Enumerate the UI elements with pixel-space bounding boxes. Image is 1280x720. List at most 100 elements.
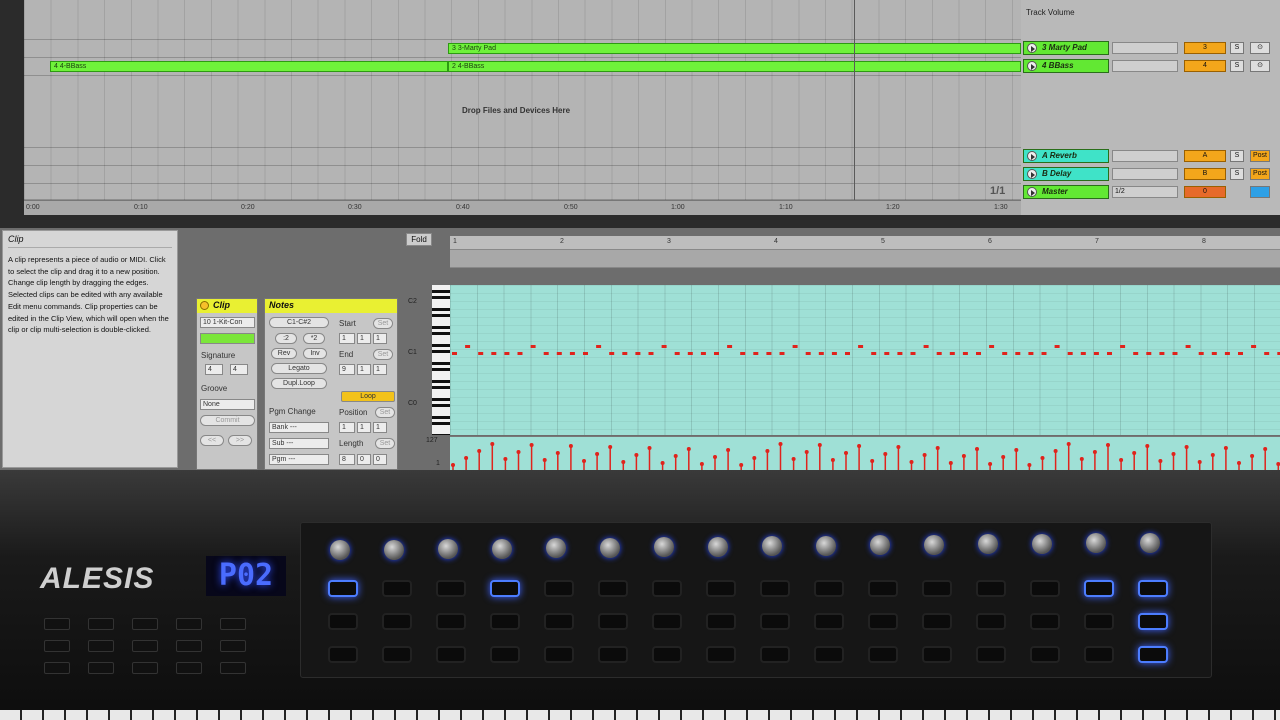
velocity-handle[interactable] bbox=[464, 456, 469, 460]
velocity-handle[interactable] bbox=[621, 460, 626, 464]
velocity-handle[interactable] bbox=[1184, 445, 1189, 449]
midi-note[interactable] bbox=[753, 352, 759, 355]
commit-button[interactable]: Commit bbox=[200, 415, 255, 426]
midi-note[interactable] bbox=[1002, 352, 1008, 355]
end-set-button[interactable]: Set bbox=[373, 349, 393, 360]
midi-note[interactable] bbox=[674, 352, 680, 355]
midi-note[interactable] bbox=[1198, 352, 1204, 355]
solo-button[interactable]: S bbox=[1230, 60, 1244, 72]
midi-note[interactable] bbox=[687, 352, 693, 355]
midi-note[interactable] bbox=[1107, 352, 1112, 355]
position-sixteenth[interactable]: 1 bbox=[373, 422, 387, 433]
velocity-handle[interactable] bbox=[1197, 460, 1202, 464]
velocity-handle[interactable] bbox=[961, 454, 966, 458]
velocity-handle[interactable] bbox=[490, 442, 495, 446]
arrangement-lane-master[interactable] bbox=[24, 184, 1021, 200]
midi-note[interactable] bbox=[1172, 352, 1178, 355]
invert-button[interactable]: Inv bbox=[303, 348, 327, 359]
velocity-handle[interactable] bbox=[765, 449, 770, 453]
reverse-button[interactable]: Rev bbox=[271, 348, 297, 359]
midi-note[interactable] bbox=[1185, 345, 1191, 348]
nudge-forward-button[interactable]: >> bbox=[228, 435, 252, 446]
velocity-handle[interactable] bbox=[1158, 459, 1163, 463]
velocity-handle[interactable] bbox=[1106, 443, 1110, 447]
midi-note[interactable] bbox=[858, 345, 864, 348]
post-button[interactable]: Post bbox=[1250, 168, 1270, 180]
track-header-delay[interactable]: B Delay bbox=[1023, 167, 1109, 181]
velocity-handle[interactable] bbox=[922, 453, 927, 457]
midi-note[interactable] bbox=[897, 352, 903, 355]
bar-ruler[interactable]: 1 2 3 4 5 6 7 8 bbox=[450, 236, 1280, 250]
track-header-reverb[interactable]: A Reverb bbox=[1023, 149, 1109, 163]
note-editor[interactable] bbox=[450, 285, 1280, 435]
midi-note[interactable] bbox=[1264, 352, 1270, 355]
midi-note[interactable] bbox=[845, 352, 850, 355]
track-activator[interactable]: 4 bbox=[1184, 60, 1226, 72]
end-beat[interactable]: 1 bbox=[357, 364, 371, 375]
midi-note[interactable] bbox=[583, 352, 588, 355]
midi-note[interactable] bbox=[569, 352, 575, 355]
master-cue-select[interactable]: 1/2 bbox=[1112, 186, 1178, 198]
velocity-editor[interactable] bbox=[450, 436, 1280, 471]
midi-note[interactable] bbox=[556, 352, 562, 355]
velocity-handle[interactable] bbox=[582, 459, 586, 463]
velocity-handle[interactable] bbox=[1092, 450, 1097, 454]
velocity-handle[interactable] bbox=[975, 447, 979, 451]
velocity-handle[interactable] bbox=[726, 448, 731, 452]
clip-marty-pad[interactable]: 3 3-Marty Pad bbox=[448, 43, 1021, 54]
duplicate-loop-button[interactable]: Dupl.Loop bbox=[271, 378, 327, 389]
midi-note[interactable] bbox=[910, 352, 916, 355]
arrangement-lane-delay[interactable] bbox=[24, 166, 1021, 184]
length-beat[interactable]: 0 bbox=[357, 454, 371, 465]
midi-note[interactable] bbox=[1133, 352, 1139, 355]
velocity-handle[interactable] bbox=[647, 446, 652, 450]
position-beat[interactable]: 1 bbox=[357, 422, 371, 433]
note-grid[interactable] bbox=[450, 285, 1280, 435]
legato-button[interactable]: Legato bbox=[271, 363, 327, 374]
midi-note[interactable] bbox=[805, 352, 811, 355]
velocity-handle[interactable] bbox=[1053, 449, 1058, 453]
signature-numerator[interactable]: 4 bbox=[205, 364, 223, 375]
volume-slider[interactable] bbox=[1112, 150, 1178, 162]
midi-note[interactable] bbox=[700, 352, 706, 355]
velocity-handle[interactable] bbox=[1171, 452, 1176, 456]
velocity-handle[interactable] bbox=[778, 442, 783, 446]
velocity-handle[interactable] bbox=[1014, 448, 1019, 452]
track-header-marty-pad[interactable]: 3 Marty Pad bbox=[1023, 41, 1109, 55]
midi-note[interactable] bbox=[635, 352, 641, 355]
velocity-handle[interactable] bbox=[830, 458, 835, 462]
track-activator[interactable]: A bbox=[1184, 150, 1226, 162]
midi-note[interactable] bbox=[871, 352, 877, 355]
velocity-handle[interactable] bbox=[516, 450, 521, 454]
velocity-handle[interactable] bbox=[791, 457, 796, 461]
midi-note[interactable] bbox=[923, 345, 929, 348]
sub-field[interactable]: Sub --- bbox=[269, 438, 329, 449]
velocity-handle[interactable] bbox=[1132, 451, 1137, 455]
velocity-handle[interactable] bbox=[896, 445, 901, 449]
velocity-handle[interactable] bbox=[686, 447, 691, 451]
play-icon[interactable] bbox=[1027, 151, 1037, 161]
velocity-handle[interactable] bbox=[477, 449, 482, 453]
start-bar[interactable]: 1 bbox=[339, 333, 355, 344]
midi-note[interactable] bbox=[543, 352, 549, 355]
double-speed-button[interactable]: *2 bbox=[303, 333, 325, 344]
midi-note[interactable] bbox=[530, 345, 536, 348]
velocity-handle[interactable] bbox=[699, 462, 704, 466]
velocity-handle[interactable] bbox=[857, 444, 862, 448]
midi-note[interactable] bbox=[452, 352, 457, 355]
arm-button[interactable]: ⊙ bbox=[1250, 42, 1270, 54]
solo-button[interactable]: S bbox=[1230, 150, 1244, 162]
midi-note[interactable] bbox=[962, 352, 968, 355]
velocity-handle[interactable] bbox=[1119, 458, 1124, 462]
volume-slider[interactable] bbox=[1112, 168, 1178, 180]
volume-slider[interactable] bbox=[1112, 42, 1178, 54]
end-sixteenth[interactable]: 1 bbox=[373, 364, 387, 375]
notes-panel-header[interactable]: Notes bbox=[265, 299, 397, 313]
volume-slider[interactable] bbox=[1112, 60, 1178, 72]
velocity-handle[interactable] bbox=[1027, 463, 1032, 467]
midi-note[interactable] bbox=[1080, 352, 1086, 355]
velocity-handle[interactable] bbox=[529, 443, 534, 447]
midi-note[interactable] bbox=[465, 345, 471, 348]
midi-note[interactable] bbox=[1041, 352, 1047, 355]
length-bar[interactable]: 8 bbox=[339, 454, 355, 465]
